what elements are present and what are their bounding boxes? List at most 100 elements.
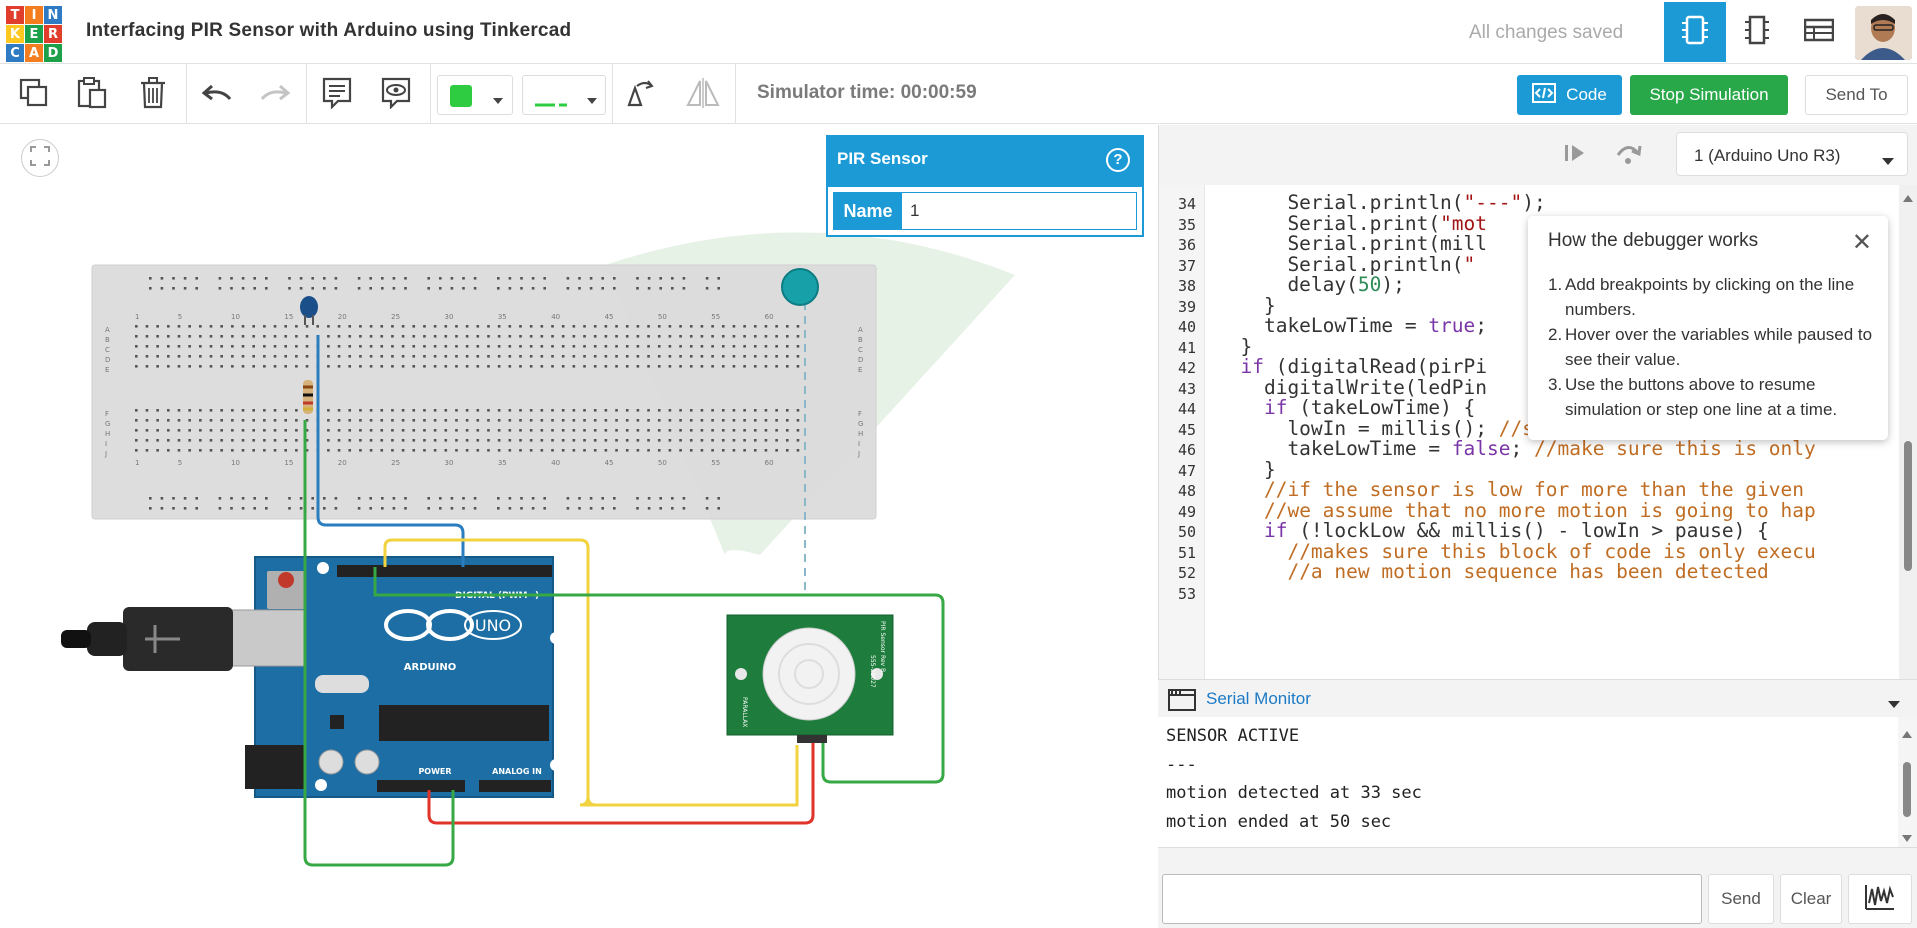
line-number[interactable]: 46 [1178,441,1196,459]
save-status: All changes saved [1469,22,1624,43]
line-number[interactable]: 34 [1178,195,1196,213]
component-list-button[interactable] [1788,2,1850,62]
serial-plotter-button[interactable] [1848,874,1912,924]
code-line[interactable]: takeLowTime = false; //make sure this is… [1217,437,1816,460]
line-number[interactable]: 50 [1178,523,1196,541]
line-number[interactable]: 52 [1178,564,1196,582]
schematic-view-button[interactable] [1726,2,1788,62]
chevron-down-icon[interactable] [1888,696,1900,714]
toolbar: Simulator time: 00:00:59 Code Stop Simul… [0,64,1917,124]
code-token: ; [1475,314,1488,337]
redo-button[interactable] [256,76,294,114]
serial-input-bar: Send Clear [1158,847,1917,928]
design-title[interactable]: Interfacing PIR Sensor with Arduino usin… [86,20,571,42]
stop-simulation-button[interactable]: Stop Simulation [1630,75,1788,115]
code-token: 50 [1357,273,1382,296]
line-number[interactable]: 49 [1178,503,1196,521]
line-number[interactable]: 43 [1178,380,1196,398]
line-number[interactable]: 36 [1178,236,1196,254]
wire-style-icon [535,94,567,112]
name-label: Name [834,193,902,229]
flip-button[interactable] [684,76,722,114]
logo-letter: E [25,25,43,43]
breadboard-column-number: 60 [765,313,774,321]
breadboard-row-letter: G [105,420,110,428]
line-number[interactable]: 39 [1178,298,1196,316]
undo-button[interactable] [198,76,236,114]
resume-button[interactable] [1563,141,1587,170]
toggle-notes-visibility-button[interactable] [377,76,415,114]
circuit-view-button[interactable] [1664,2,1726,62]
logo-letter: I [25,6,43,24]
pir-sensor-module[interactable]: PARALLAX PIR Sensor Rev B 555-28027 [726,614,894,743]
close-icon[interactable]: ✕ [1852,228,1872,257]
breadboard-row-letter: A [858,326,863,334]
code-line[interactable]: takeLowTime = true; [1217,314,1487,337]
wire-type-picker[interactable] [522,75,606,115]
line-number[interactable]: 41 [1178,339,1196,357]
code-line[interactable]: //a new motion sequence has been detecte… [1217,560,1768,583]
code-button[interactable]: Code [1517,75,1622,115]
breadboard-column-number: 40 [551,459,560,467]
circuit-canvas[interactable]: 1 1 5 5 10 10 15 15 20 20 25 25 30 30 35 35 40 40 45 45 50 50… [5,125,1158,925]
serial-scrollbar[interactable] [1898,717,1917,847]
name-input[interactable]: 1 [902,193,927,229]
delete-button[interactable] [134,76,172,114]
serial-scroll-thumb[interactable] [1903,762,1911,817]
circuit-drawing[interactable]: 1155101015152020252530303535404045455050… [5,125,1158,925]
line-number[interactable]: 40 [1178,318,1196,336]
breadboard-row-letter: F [105,410,109,418]
breadboard-column-number: 45 [605,313,614,321]
code-token: //make sure this is only [1534,437,1816,460]
line-number[interactable]: 51 [1178,544,1196,562]
breadboard-column-number: 25 [391,313,400,321]
line-number[interactable]: 48 [1178,482,1196,500]
vertical-scroll-thumb[interactable] [1904,441,1912,571]
debugger-tooltip: How the debugger works ✕ 1. Add breakpoin… [1528,216,1888,440]
device-select[interactable]: 1 (Arduino Uno R3) [1676,132,1908,176]
breadboard-column-number: 15 [284,459,293,467]
line-number[interactable]: 44 [1178,400,1196,418]
serial-monitor-header[interactable]: Serial Monitor [1158,679,1917,717]
chevron-down-icon [1882,151,1894,171]
line-number[interactable]: 37 [1178,257,1196,275]
serial-line: motion ended at 50 sec [1166,812,1392,832]
serial-send-button[interactable]: Send [1708,874,1774,924]
tinkercad-logo[interactable]: TIN KER CAD [6,6,62,62]
paste-button[interactable] [73,76,111,114]
line-number[interactable]: 42 [1178,359,1196,377]
list-icon [1803,18,1835,47]
breadboard-column-number: 30 [444,459,453,467]
breadboard-column-number: 1 [135,459,139,467]
step-over-button[interactable] [1614,141,1642,170]
paste-icon [77,76,107,114]
breadboard[interactable]: 1155101015152020252530303535404045455050… [91,264,877,520]
breadboard-row-letter: C [858,346,863,354]
copy-button[interactable] [15,76,53,114]
line-number[interactable]: 47 [1178,462,1196,480]
line-number[interactable]: 38 [1178,277,1196,295]
line-number[interactable]: 45 [1178,421,1196,439]
serial-output: SENSOR ACTIVE --- motion detected at 33 … [1158,717,1917,847]
toolbar-divider [306,64,307,124]
resume-icon [1563,145,1587,169]
line-number[interactable]: 53 [1178,585,1196,603]
serial-clear-button[interactable]: Clear [1780,874,1842,924]
redo-icon [260,83,291,108]
user-avatar[interactable] [1855,6,1912,60]
resistor[interactable] [303,380,313,414]
logo-letter: D [44,44,62,62]
line-number[interactable]: 35 [1178,216,1196,234]
eye-note-icon [381,77,411,114]
arduino-uno-board[interactable]: ARDUINO UNO DIGITAL (PWM~) POWER ANALOG … [224,556,562,798]
help-icon[interactable]: ? [1106,148,1130,172]
fill-color-picker[interactable] [437,75,513,115]
component-inspector: PIR Sensor ? Name 1 [826,135,1144,237]
send-to-button[interactable]: Send To [1805,75,1908,115]
serial-input[interactable] [1162,874,1702,924]
rotate-button[interactable] [621,76,659,114]
notes-button[interactable] [318,76,356,114]
breadboard-row-letter: G [858,420,863,428]
arduino-power-label: POWER [418,767,451,776]
